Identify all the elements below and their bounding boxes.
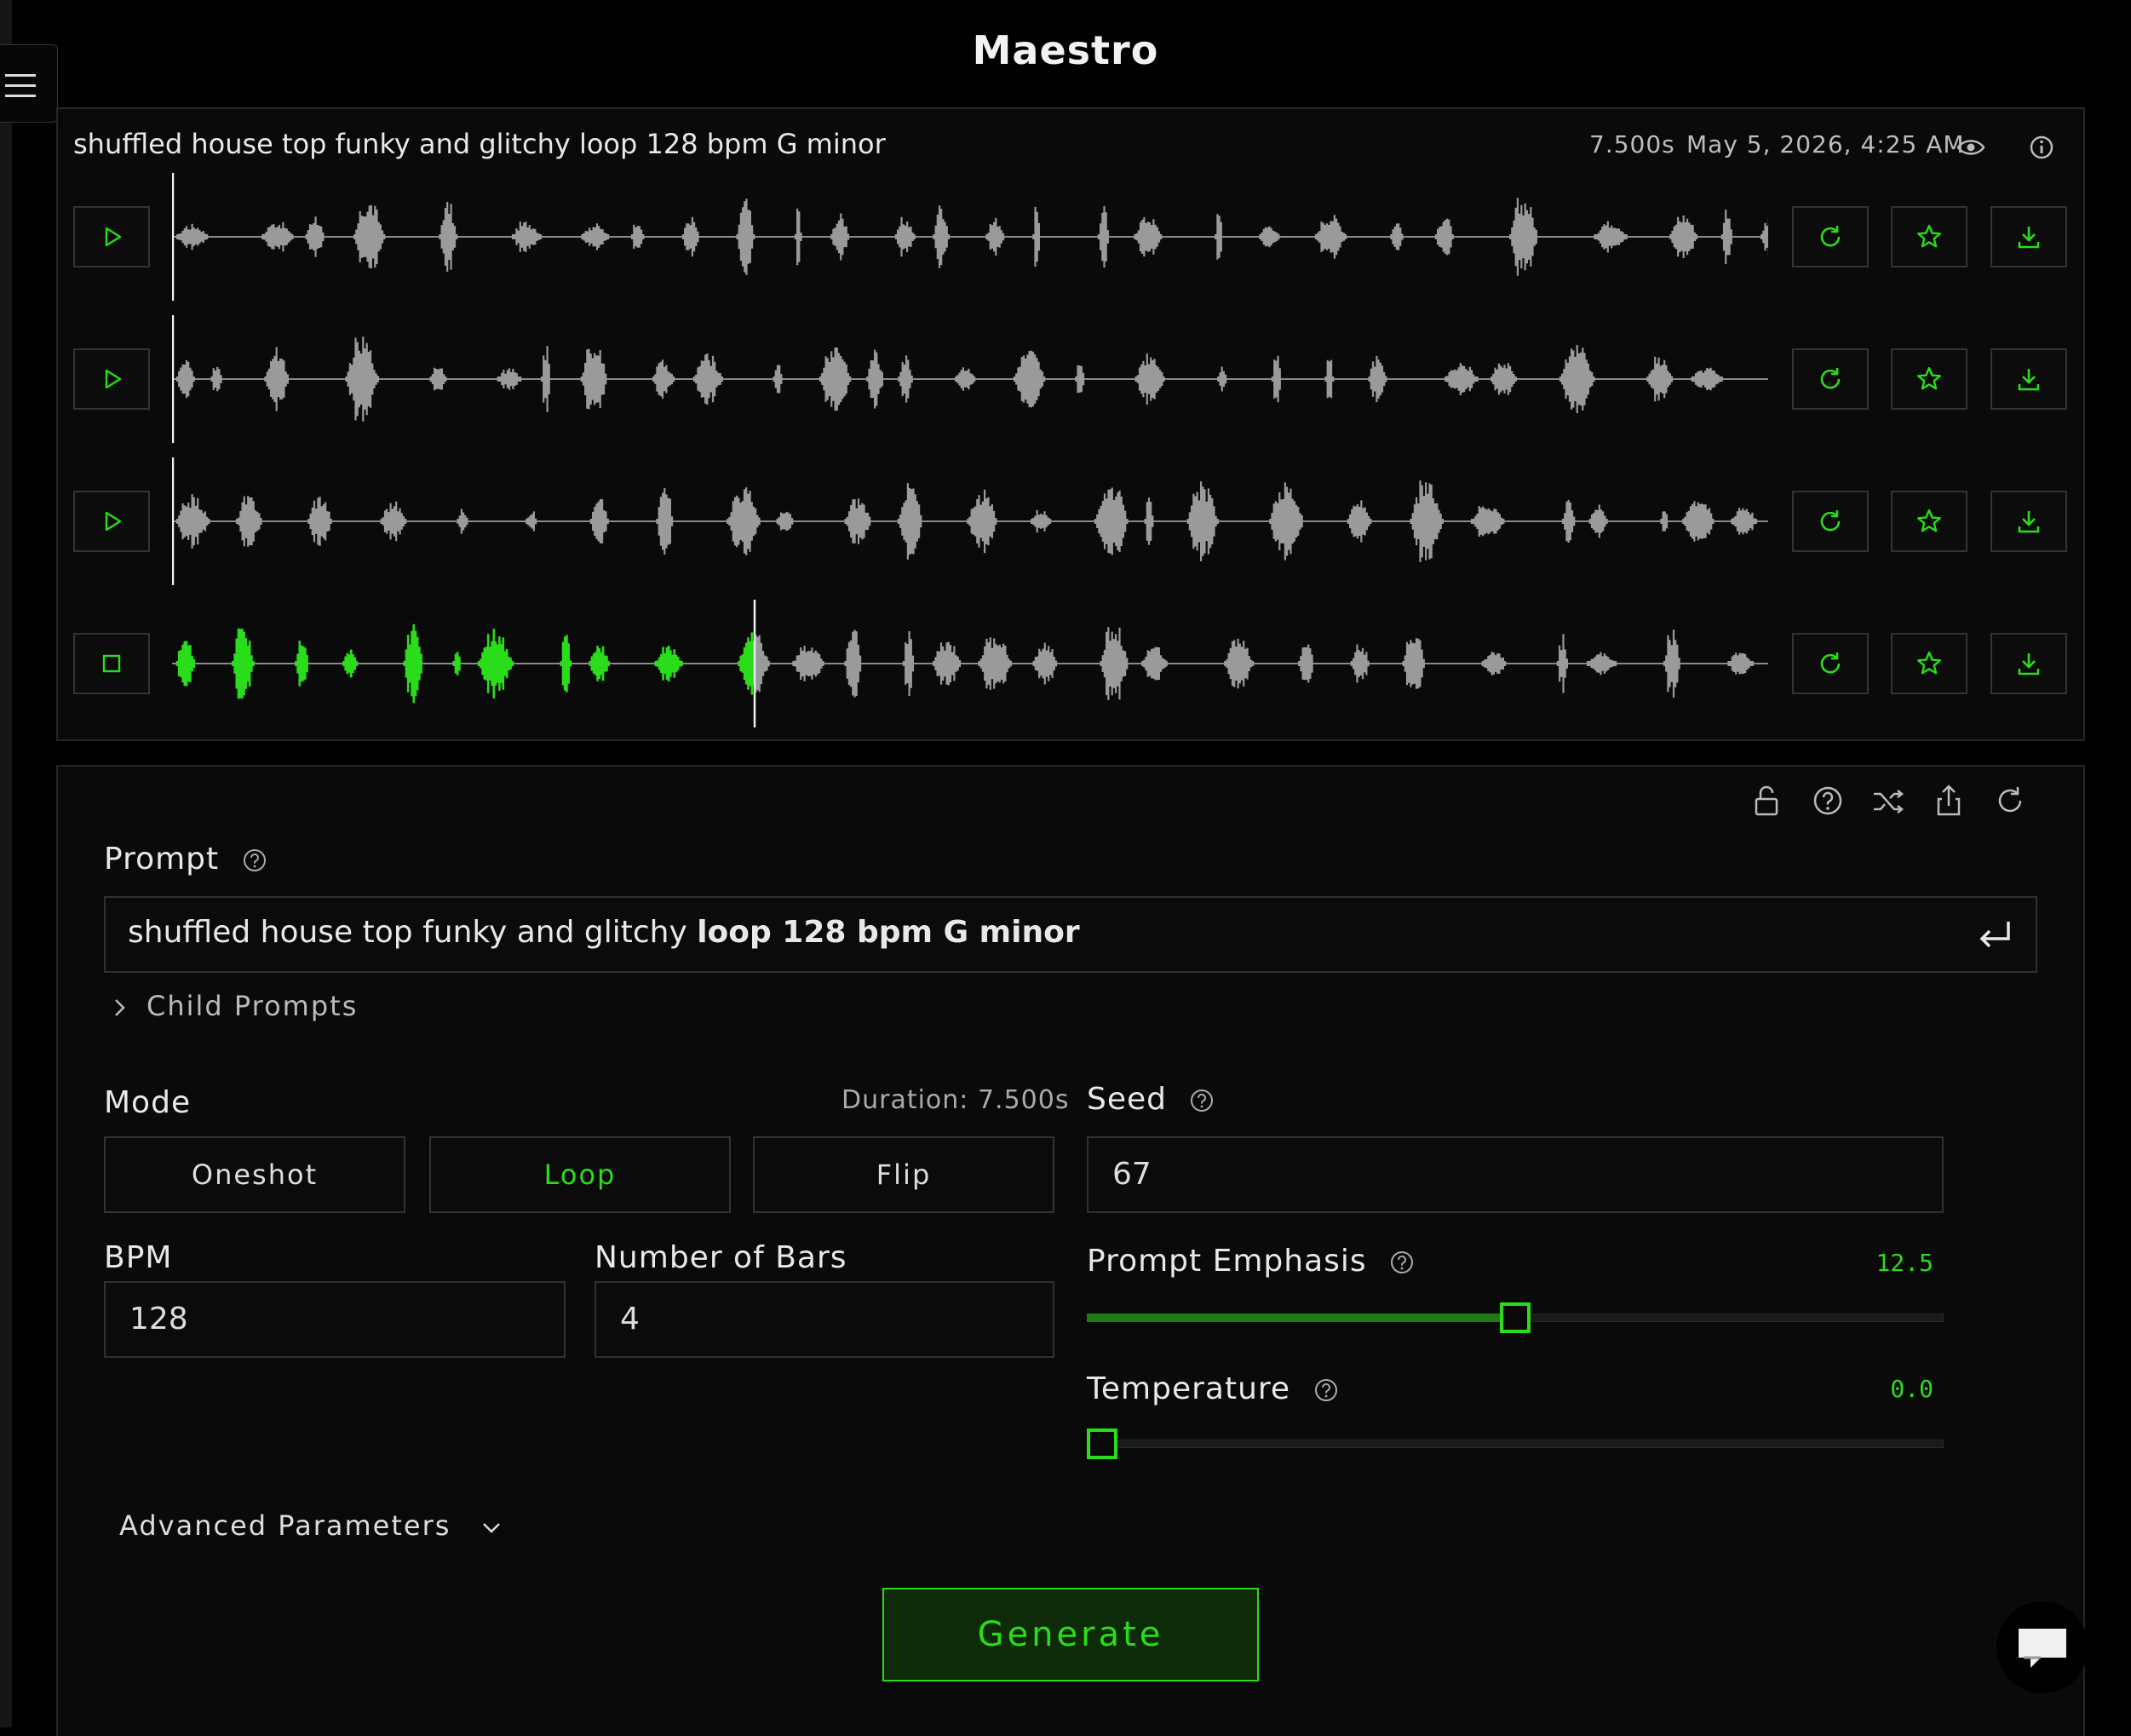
- duration-label: Duration: 7.500s: [841, 1085, 1070, 1115]
- chevron-right-icon: [115, 999, 125, 1016]
- regenerate-button[interactable]: [1792, 633, 1869, 694]
- prompt-label-text: Prompt: [104, 842, 220, 877]
- mode-oneshot-button[interactable]: Oneshot: [104, 1136, 405, 1213]
- seed-input[interactable]: 67: [1087, 1136, 1944, 1213]
- refresh-icon: [1820, 510, 1841, 532]
- prompt-text-highlight: loop 128 bpm G minor: [697, 915, 1080, 950]
- emphasis-label-text: Prompt Emphasis: [1087, 1244, 1367, 1279]
- regenerate-button[interactable]: [1792, 491, 1869, 552]
- play-button[interactable]: [73, 348, 150, 410]
- download-icon: [2018, 227, 2040, 249]
- advanced-parameters-label: Advanced Parameters: [119, 1509, 451, 1542]
- favorite-button[interactable]: [1891, 491, 1967, 552]
- waveform-3[interactable]: [172, 457, 1768, 585]
- temperature-label: Temperature: [1087, 1371, 1339, 1406]
- regenerate-button[interactable]: [1792, 206, 1869, 267]
- temperature-slider-thumb[interactable]: [1087, 1428, 1117, 1459]
- temperature-track: [1087, 1440, 1944, 1448]
- waveform-4[interactable]: [172, 600, 1768, 727]
- prompt-input[interactable]: shuffled house top funky and glitchy loo…: [104, 896, 2037, 973]
- refresh-icon: [1820, 368, 1841, 389]
- info-icon[interactable]: [2027, 133, 2056, 165]
- favorite-button[interactable]: [1891, 348, 1967, 410]
- play-button[interactable]: [73, 206, 150, 267]
- download-button[interactable]: [1990, 206, 2067, 267]
- temperature-value: 0.0: [1890, 1375, 1933, 1403]
- advanced-parameters-toggle[interactable]: Advanced Parameters: [119, 1509, 503, 1542]
- child-prompts-toggle[interactable]: Child Prompts: [111, 990, 358, 1022]
- play-icon: [105, 369, 122, 389]
- prompt-text: shuffled house top funky and glitchy: [128, 915, 698, 950]
- lock-icon[interactable]: [1748, 782, 1785, 823]
- seed-value: 67: [1112, 1157, 1152, 1192]
- emphasis-label: Prompt Emphasis: [1087, 1244, 1415, 1279]
- bpm-input[interactable]: 128: [104, 1281, 566, 1358]
- emphasis-value: 12.5: [1875, 1249, 1933, 1277]
- favorite-button[interactable]: [1891, 633, 1967, 694]
- refresh-icon: [1820, 226, 1841, 247]
- eye-icon[interactable]: [1956, 133, 1986, 165]
- temperature-help-icon[interactable]: [1313, 1377, 1339, 1403]
- app-title: Maestro: [972, 27, 1159, 73]
- left-edge-bar: [0, 0, 12, 1727]
- play-button[interactable]: [73, 491, 150, 552]
- generate-button[interactable]: Generate: [882, 1588, 1259, 1681]
- seed-help-icon[interactable]: [1189, 1088, 1215, 1113]
- prompt-label: Prompt: [104, 842, 267, 877]
- download-icon: [2018, 653, 2040, 675]
- waveform-1[interactable]: [172, 173, 1768, 301]
- seed-label: Seed: [1087, 1082, 1215, 1117]
- download-button[interactable]: [1990, 491, 2067, 552]
- bpm-value: 128: [129, 1302, 188, 1336]
- emphasis-track-fill: [1087, 1313, 1515, 1322]
- emphasis-help-icon[interactable]: [1389, 1250, 1415, 1275]
- child-prompts-label: Child Prompts: [146, 990, 359, 1022]
- emphasis-slider-thumb[interactable]: [1500, 1302, 1531, 1333]
- star-icon: [1917, 509, 1941, 532]
- enter-icon[interactable]: [1976, 915, 2017, 952]
- mode-label: Mode: [104, 1085, 192, 1120]
- help-icon[interactable]: [1809, 782, 1847, 823]
- favorite-button[interactable]: [1891, 206, 1967, 267]
- emphasis-slider[interactable]: [1087, 1302, 1944, 1336]
- star-icon: [1917, 651, 1941, 675]
- download-button[interactable]: [1990, 633, 2067, 694]
- seed-label-text: Seed: [1087, 1082, 1167, 1117]
- star-icon: [1917, 366, 1941, 390]
- download-icon: [2018, 369, 2040, 391]
- temperature-slider[interactable]: [1087, 1428, 1944, 1462]
- star-icon: [1917, 224, 1941, 248]
- generation-title: shuffled house top funky and glitchy loo…: [73, 128, 886, 160]
- bars-input[interactable]: 4: [594, 1281, 1054, 1358]
- chevron-down-icon: [482, 1523, 500, 1533]
- shuffle-icon[interactable]: [1869, 782, 1906, 823]
- download-button[interactable]: [1990, 348, 2067, 410]
- generate-button-label: Generate: [977, 1615, 1164, 1654]
- reset-icon[interactable]: [1991, 782, 2029, 823]
- temperature-label-text: Temperature: [1087, 1371, 1291, 1406]
- play-icon: [105, 511, 122, 532]
- stop-icon: [102, 654, 121, 673]
- bars-value: 4: [620, 1302, 640, 1336]
- generation-timestamp: May 5, 2026, 4:25 AM: [1686, 130, 1965, 158]
- play-icon: [105, 227, 122, 247]
- generation-duration: 7.500s: [1589, 130, 1675, 158]
- regenerate-button[interactable]: [1792, 348, 1869, 410]
- share-icon[interactable]: [1930, 782, 1967, 823]
- stop-button[interactable]: [73, 633, 150, 694]
- waveform-2[interactable]: [172, 315, 1768, 443]
- refresh-icon: [1820, 652, 1841, 674]
- bpm-label: BPM: [104, 1240, 173, 1275]
- chat-icon: [2019, 1629, 2066, 1668]
- mode-flip-button[interactable]: Flip: [753, 1136, 1054, 1213]
- mode-loop-button[interactable]: Loop: [429, 1136, 731, 1213]
- chat-button[interactable]: [1996, 1601, 2088, 1693]
- download-icon: [2018, 511, 2040, 533]
- prompt-help-icon[interactable]: [242, 848, 267, 873]
- bars-label: Number of Bars: [594, 1240, 847, 1275]
